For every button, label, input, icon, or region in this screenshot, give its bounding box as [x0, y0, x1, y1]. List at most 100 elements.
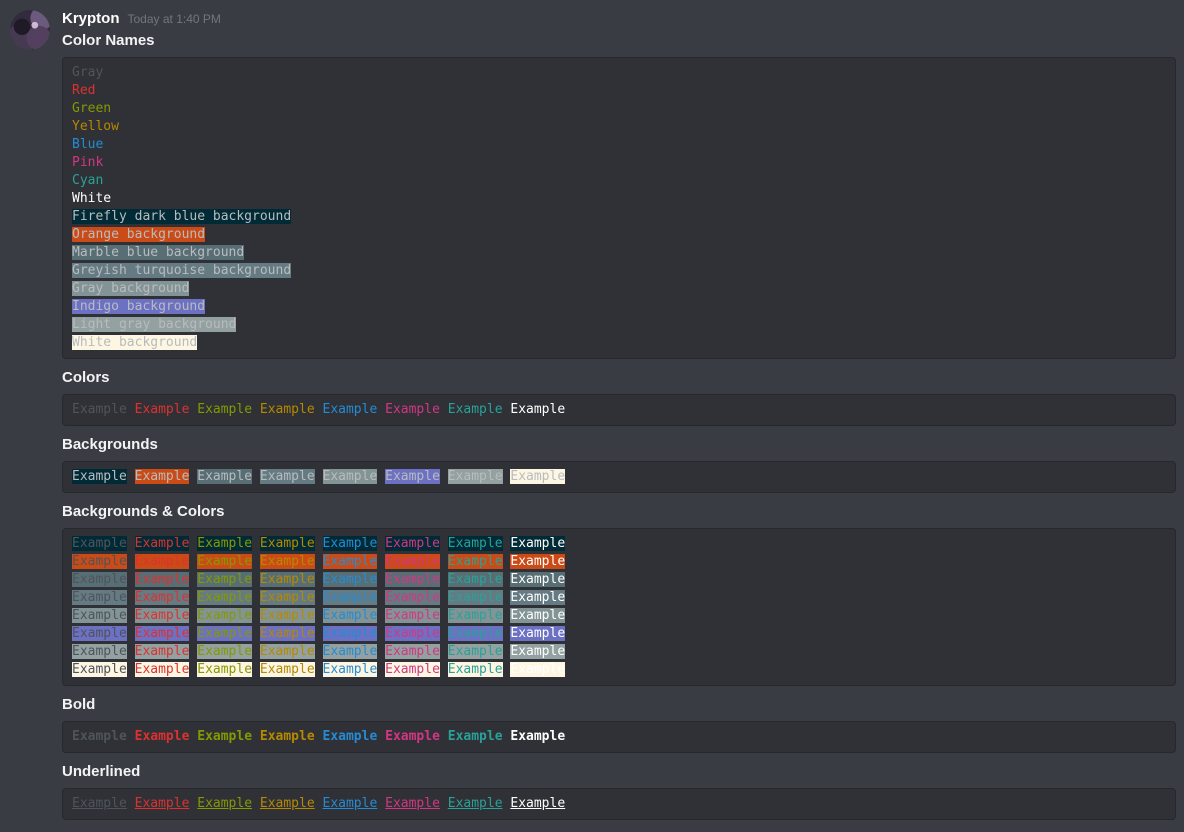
ansi-fg-name: White — [72, 191, 111, 206]
ansi-bg-fg-example: Example — [72, 644, 127, 659]
code-line: Light gray background — [72, 316, 1166, 334]
ansi-underline-example: Example — [72, 796, 127, 811]
code-line: Cyan — [72, 172, 1166, 190]
ansi-bg-fg-example: Example — [323, 536, 378, 551]
ansi-bg-example: Example — [197, 469, 252, 484]
code-line: Example Example Example Example Example … — [72, 643, 1166, 661]
heading-backgrounds: Backgrounds — [62, 436, 1176, 454]
ansi-bg-fg-example: Example — [510, 608, 565, 623]
codeblock-colors: Example Example Example Example Example … — [62, 394, 1176, 426]
ansi-bg-fg-example: Example — [448, 608, 503, 623]
ansi-bg-fg-example: Example — [510, 572, 565, 587]
ansi-bg-name: Gray background — [72, 281, 189, 296]
ansi-underline-example: Example — [448, 796, 503, 811]
ansi-underline-example: Example — [510, 796, 565, 811]
ansi-fg-name: Blue — [72, 137, 103, 152]
codeblock-bold: Example Example Example Example Example … — [62, 721, 1176, 753]
ansi-bg-fg-example: Example — [197, 626, 252, 641]
ansi-bg-fg-example: Example — [448, 662, 503, 677]
ansi-bg-fg-example: Example — [385, 644, 440, 659]
ansi-bg-fg-example: Example — [197, 572, 252, 587]
ansi-bg-fg-example: Example — [197, 590, 252, 605]
ansi-fg-name: Yellow — [72, 119, 119, 134]
ansi-underline-example: Example — [135, 796, 190, 811]
user-avatar[interactable] — [10, 10, 50, 50]
code-line: Yellow — [72, 118, 1166, 136]
code-line: White background — [72, 334, 1166, 352]
heading-colors: Colors — [62, 369, 1176, 387]
ansi-bg-fg-example: Example — [323, 662, 378, 677]
ansi-bg-fg-example: Example — [448, 572, 503, 587]
ansi-bg-fg-example: Example — [197, 554, 252, 569]
codeblock-backgrounds-and-colors: Example Example Example Example Example … — [62, 528, 1176, 686]
ansi-bg-fg-example: Example — [72, 536, 127, 551]
ansi-bg-fg-example: Example — [385, 590, 440, 605]
code-line: Firefly dark blue background — [72, 208, 1166, 226]
ansi-bold-example: Example — [197, 729, 252, 744]
heading-backgrounds-colors: Backgrounds & Colors — [62, 503, 1176, 521]
ansi-bold-example: Example — [510, 729, 565, 744]
ansi-bg-fg-example: Example — [135, 608, 190, 623]
ansi-bg-fg-example: Example — [510, 590, 565, 605]
ansi-fg-example: Example — [197, 402, 252, 417]
ansi-bg-fg-example: Example — [135, 572, 190, 587]
ansi-bg-fg-example: Example — [135, 644, 190, 659]
ansi-bg-fg-example: Example — [323, 554, 378, 569]
code-line: Indigo background — [72, 298, 1166, 316]
ansi-bg-fg-example: Example — [72, 626, 127, 641]
ansi-bold-example: Example — [448, 729, 503, 744]
code-line: White — [72, 190, 1166, 208]
ansi-fg-example: Example — [323, 402, 378, 417]
codeblock-underlined: Example Example Example Example Example … — [62, 788, 1176, 820]
ansi-bg-fg-example: Example — [323, 608, 378, 623]
code-line: Red — [72, 82, 1166, 100]
ansi-bg-fg-example: Example — [510, 626, 565, 641]
ansi-bg-fg-example: Example — [72, 608, 127, 623]
ansi-bg-fg-example: Example — [260, 626, 315, 641]
ansi-bg-fg-example: Example — [72, 590, 127, 605]
ansi-bg-fg-example: Example — [385, 662, 440, 677]
code-line: Example Example Example Example Example … — [72, 625, 1166, 643]
ansi-bg-fg-example: Example — [448, 554, 503, 569]
ansi-bg-fg-example: Example — [197, 536, 252, 551]
code-line: Blue — [72, 136, 1166, 154]
ansi-bg-fg-example: Example — [448, 626, 503, 641]
ansi-bg-fg-example: Example — [385, 554, 440, 569]
ansi-fg-name: Cyan — [72, 173, 103, 188]
ansi-bg-fg-example: Example — [385, 536, 440, 551]
ansi-bg-fg-example: Example — [260, 572, 315, 587]
ansi-fg-example: Example — [385, 402, 440, 417]
ansi-bg-example: Example — [260, 469, 315, 484]
ansi-bg-fg-example: Example — [135, 662, 190, 677]
ansi-bg-fg-example: Example — [510, 536, 565, 551]
message-author[interactable]: Krypton — [62, 10, 120, 27]
ansi-bg-name: Marble blue background — [72, 245, 244, 260]
chat-message: KryptonToday at 1:40 PM Color Names Gray… — [0, 0, 1184, 820]
ansi-bg-fg-example: Example — [260, 554, 315, 569]
code-line: Example Example Example Example Example … — [72, 661, 1166, 679]
ansi-bg-example: Example — [72, 469, 127, 484]
ansi-bg-fg-example: Example — [323, 572, 378, 587]
ansi-bg-fg-example: Example — [510, 644, 565, 659]
codeblock-color-names: GrayRedGreenYellowBluePinkCyanWhiteFiref… — [62, 57, 1176, 359]
ansi-fg-name: Green — [72, 101, 111, 116]
message-header: KryptonToday at 1:40 PM — [62, 8, 1176, 30]
ansi-fg-name: Red — [72, 83, 95, 98]
ansi-bg-fg-example: Example — [260, 662, 315, 677]
ansi-bg-fg-example: Example — [385, 626, 440, 641]
ansi-bold-example: Example — [135, 729, 190, 744]
code-line: Example Example Example Example Example … — [72, 795, 1166, 813]
ansi-bg-fg-example: Example — [510, 662, 565, 677]
ansi-bold-example: Example — [72, 729, 127, 744]
ansi-bg-fg-example: Example — [448, 644, 503, 659]
ansi-bg-name: Orange background — [72, 227, 205, 242]
ansi-bg-fg-example: Example — [385, 572, 440, 587]
code-line: Green — [72, 100, 1166, 118]
heading-underlined: Underlined — [62, 763, 1176, 781]
ansi-bg-name: Firefly dark blue background — [72, 209, 291, 224]
ansi-bg-fg-example: Example — [72, 662, 127, 677]
ansi-bold-example: Example — [260, 729, 315, 744]
ansi-bg-fg-example: Example — [135, 554, 190, 569]
ansi-bg-name: Greyish turquoise background — [72, 263, 291, 278]
ansi-bg-fg-example: Example — [135, 626, 190, 641]
